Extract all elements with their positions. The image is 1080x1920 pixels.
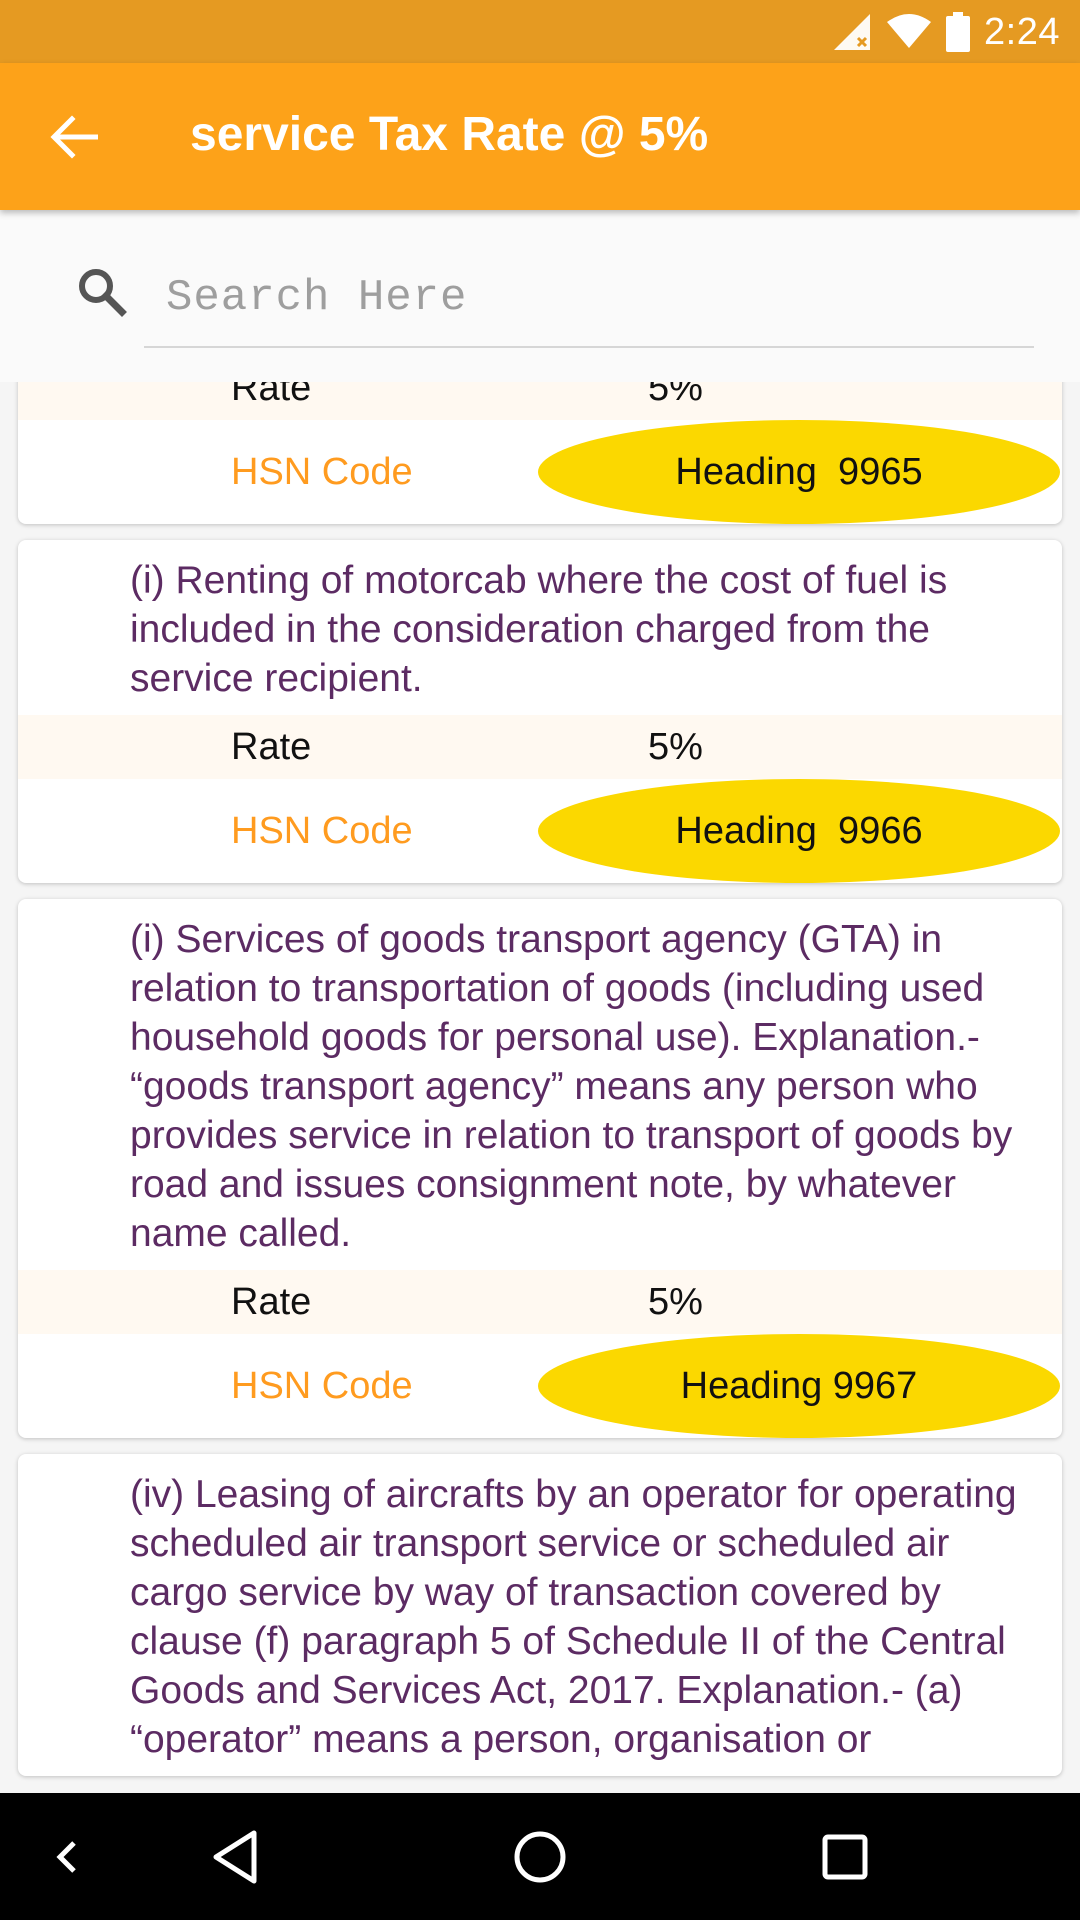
nav-collapse-button[interactable]: [30, 1793, 100, 1920]
status-icons: 2:24: [832, 8, 1060, 56]
item-description: (iv) Leasing of aircrafts by an operator…: [130, 1473, 1017, 1761]
list-item[interactable]: (i) Renting of motorcab where the cost o…: [18, 540, 1062, 883]
hsn-code-badge: Heading 9965: [538, 420, 1060, 524]
home-circle-icon: [514, 1831, 566, 1882]
navigation-bar: [0, 1793, 1080, 1920]
rate-row: Rate 5%: [18, 1270, 1062, 1334]
rate-label: Rate: [231, 382, 312, 409]
item-description: (i) Services of goods transport agency (…: [130, 918, 1013, 1255]
hsn-row: HSN Code Heading 9965: [18, 420, 1062, 524]
rate-label: Rate: [231, 1281, 312, 1323]
list-item[interactable]: Rate 5% HSN Code Heading 9965: [18, 382, 1062, 524]
arrow-back-icon: [50, 115, 98, 159]
rate-value: 5%: [648, 1281, 703, 1323]
hsn-code-badge: Heading 9967: [538, 1334, 1060, 1438]
rate-row: Rate 5%: [18, 382, 1062, 420]
app-bar: service Tax Rate @ 5%: [0, 63, 1080, 210]
list-item[interactable]: (iv) Leasing of aircrafts by an operator…: [18, 1454, 1062, 1776]
hsn-row: HSN Code Heading 9967: [18, 1334, 1062, 1438]
hsn-label: HSN Code: [231, 810, 413, 852]
search-bar: [0, 210, 1080, 382]
hsn-label: HSN Code: [231, 1365, 413, 1407]
rate-row: Rate 5%: [18, 715, 1062, 779]
rate-value: 5%: [648, 382, 703, 409]
hsn-code-badge: Heading 9966: [538, 779, 1060, 883]
item-description: (i) Renting of motorcab where the cost o…: [130, 559, 948, 700]
status-bar: 2:24: [0, 0, 1080, 63]
status-time: 2:24: [984, 10, 1060, 53]
nav-recents-button[interactable]: [800, 1793, 890, 1920]
nav-back-button[interactable]: [190, 1793, 280, 1920]
back-triangle-icon: [213, 1830, 257, 1883]
chevron-left-icon: [56, 1840, 76, 1873]
item-list-content: Rate 5% HSN Code Heading 9965 (i) Rentin…: [0, 382, 1080, 1792]
wifi-icon: [887, 14, 932, 48]
hsn-row: HSN Code Heading 9966: [18, 779, 1062, 883]
recents-square-icon: [822, 1834, 868, 1879]
rate-label: Rate: [231, 726, 312, 768]
search-icon: [79, 269, 127, 317]
page-title: service Tax Rate @ 5%: [190, 108, 709, 161]
nav-home-button[interactable]: [495, 1793, 585, 1920]
search-input[interactable]: [144, 262, 1034, 348]
list-item[interactable]: (i) Services of goods transport agency (…: [18, 899, 1062, 1438]
rate-value: 5%: [648, 726, 703, 768]
battery-icon: [946, 12, 971, 52]
signal-no-data-icon: [834, 14, 871, 50]
hsn-label: HSN Code: [231, 451, 413, 493]
back-button[interactable]: [34, 103, 114, 171]
item-list[interactable]: Rate 5% HSN Code Heading 9965 (i) Rentin…: [0, 382, 1080, 1793]
